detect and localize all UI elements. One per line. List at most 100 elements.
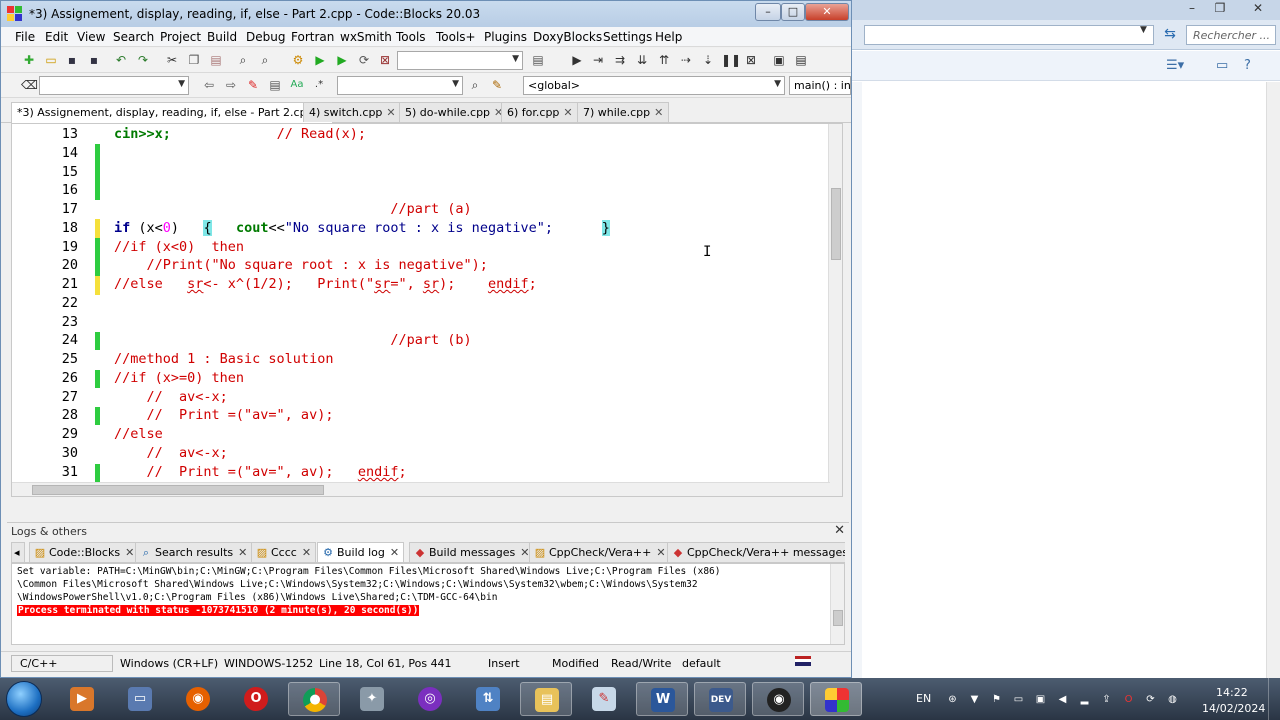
taskbar-chrome[interactable]: ● xyxy=(288,682,340,716)
scope-select[interactable]: <global> ▼ xyxy=(523,76,785,95)
copy-icon[interactable]: ❐ xyxy=(186,52,202,68)
show-desktop-button[interactable] xyxy=(1268,678,1280,720)
taskbar-podcast[interactable]: ◎ xyxy=(404,682,456,716)
search-text-combo[interactable]: ▼ xyxy=(39,76,189,95)
build-and-run-icon[interactable]: ▶ xyxy=(334,52,350,68)
taskbar-network-tool[interactable]: ⇅ xyxy=(462,682,514,716)
close-tab-icon[interactable]: ✕ xyxy=(302,546,311,559)
menu-view[interactable]: View xyxy=(77,30,105,44)
tab-while-cpp[interactable]: 7) while.cpp ✕ xyxy=(577,102,670,122)
tab-do-while-cpp[interactable]: 5) do-while.cpp ✕ xyxy=(399,102,510,122)
maximize-button[interactable]: □ xyxy=(781,3,805,21)
stop-debug-icon[interactable]: ⊠ xyxy=(743,52,759,68)
start-button[interactable] xyxy=(6,681,42,717)
tray-sync-icon[interactable]: ⟳ xyxy=(1144,693,1157,706)
minimize-button[interactable]: – xyxy=(755,3,781,21)
debug-windows-icon[interactable]: ▣ xyxy=(771,52,787,68)
close-tab-icon[interactable]: ✕ xyxy=(656,546,665,559)
taskbar-file-explorer[interactable]: ▤ xyxy=(520,682,572,716)
tab-search-results[interactable]: ⌕ Search results ✕ xyxy=(135,542,253,562)
safely-remove-icon[interactable]: ⇪ xyxy=(1100,693,1113,706)
log-vertical-scrollbar[interactable] xyxy=(830,564,844,644)
tab-build-log[interactable]: ⚙ Build log ✕ xyxy=(317,542,405,562)
tab-switch-cpp[interactable]: 4) switch.cpp ✕ xyxy=(303,102,402,122)
taskbar-obs[interactable]: ◉ xyxy=(752,682,804,716)
step-into-icon[interactable]: ⇊ xyxy=(634,52,650,68)
bg-close-icon[interactable]: ✕ xyxy=(1240,1,1276,17)
taskbar-codeblocks[interactable] xyxy=(810,682,862,716)
tray-network-icon[interactable]: ◍ xyxy=(1166,693,1179,706)
close-tab-icon[interactable]: ✕ xyxy=(390,546,399,559)
menu-settings[interactable]: Settings xyxy=(603,30,652,44)
close-tab-icon[interactable]: ✕ xyxy=(125,546,134,559)
scroll-thumb[interactable] xyxy=(833,610,843,626)
menu-project[interactable]: Project xyxy=(160,30,201,44)
network-signal-icon[interactable]: ▂ xyxy=(1078,693,1091,706)
tray-flag-icon[interactable]: ⚑ xyxy=(990,693,1003,706)
search-results-combo[interactable]: ▼ xyxy=(337,76,463,95)
tab-cppcheck-messages[interactable]: ◆ CppCheck/Vera++ messages xyxy=(667,542,845,562)
clock-time[interactable]: 14:22 xyxy=(1216,686,1248,699)
new-file-icon[interactable]: ✚ xyxy=(21,52,37,68)
taskbar-word[interactable]: W xyxy=(636,682,688,716)
chevron-down-icon[interactable]: ▼ xyxy=(1140,25,1147,35)
taskbar-dev-cpp[interactable]: DEV xyxy=(694,682,746,716)
tab-cccc[interactable]: ▨ Cccc ✕ xyxy=(251,542,317,562)
close-tab-icon[interactable]: ✕ xyxy=(563,106,572,119)
close-tab-icon[interactable]: ✕ xyxy=(386,106,395,119)
tab-part2-cpp[interactable]: *3) Assignement, display, reading, if, e… xyxy=(11,102,333,123)
menu-plugins[interactable]: Plugins xyxy=(484,30,527,44)
menu-debug[interactable]: Debug xyxy=(246,30,285,44)
bookmark-icon[interactable]: ⌫ xyxy=(21,77,38,93)
next-instruction-icon[interactable]: ⇢ xyxy=(678,52,694,68)
taskbar-remote-desktop[interactable]: ▭ xyxy=(114,682,166,716)
run-to-cursor-icon[interactable]: ⇥ xyxy=(590,52,606,68)
bg-minimize-icon[interactable]: – xyxy=(1180,1,1204,17)
help-icon[interactable]: ? xyxy=(1244,58,1251,73)
tray-display-icon[interactable]: ▣ xyxy=(1034,693,1047,706)
tab-codeblocks[interactable]: ▨ Code::Blocks ✕ xyxy=(29,542,140,562)
menu-help[interactable]: Help xyxy=(655,30,682,44)
undo-icon[interactable]: ↶ xyxy=(113,52,129,68)
open-file-icon[interactable]: ▭ xyxy=(43,52,59,68)
clock-date[interactable]: 14/02/2024 xyxy=(1202,702,1265,715)
tray-app-icon[interactable]: ⊛ xyxy=(946,693,959,706)
match-case-icon[interactable]: Aa xyxy=(289,77,305,93)
scroll-thumb[interactable] xyxy=(32,485,324,495)
jump-back-icon[interactable]: ⇦ xyxy=(201,77,217,93)
view-options-icon[interactable]: ☰▾ xyxy=(1166,58,1184,73)
menu-tools-plus[interactable]: Tools+ xyxy=(436,30,476,44)
save-icon[interactable]: ▪ xyxy=(64,52,80,68)
selected-text-icon[interactable]: ▤ xyxy=(267,77,283,93)
tray-monitor-icon[interactable]: ▭ xyxy=(1012,693,1025,706)
volume-icon[interactable]: ◀ xyxy=(1056,693,1069,706)
replace-icon[interactable]: ⌕ xyxy=(257,52,273,68)
taskbar-opera[interactable]: O xyxy=(230,682,282,716)
function-select[interactable]: main() : int xyxy=(789,76,851,95)
antivirus-icon[interactable]: ▼ xyxy=(968,693,981,706)
bg-search-input[interactable]: Rechercher ... xyxy=(1186,25,1276,45)
taskbar-utility[interactable]: ✦ xyxy=(346,682,398,716)
taskbar-paint[interactable]: ✎ xyxy=(578,682,630,716)
menu-build[interactable]: Build xyxy=(207,30,237,44)
close-tab-icon[interactable]: ✕ xyxy=(238,546,247,559)
menu-doxyblocks[interactable]: DoxyBlocks xyxy=(533,30,602,44)
cut-icon[interactable]: ✂ xyxy=(164,52,180,68)
refresh-icon[interactable]: ⇆ xyxy=(1160,26,1180,44)
tab-for-cpp[interactable]: 6) for.cpp ✕ xyxy=(501,102,579,122)
debug-icon[interactable]: ▶ xyxy=(569,52,585,68)
build-icon[interactable]: ⚙ xyxy=(290,52,306,68)
step-out-icon[interactable]: ⇈ xyxy=(656,52,672,68)
tab-build-messages[interactable]: ◆ Build messages ✕ xyxy=(409,542,535,562)
preview-pane-icon[interactable]: ▭ xyxy=(1216,58,1228,73)
taskbar-firefox[interactable]: ◉ xyxy=(172,682,224,716)
taskbar-media-player[interactable]: ▶ xyxy=(56,682,108,716)
save-all-icon[interactable]: ▪ xyxy=(86,52,102,68)
close-button[interactable]: ✕ xyxy=(805,3,849,21)
redo-icon[interactable]: ↷ xyxy=(135,52,151,68)
close-logs-icon[interactable]: ✕ xyxy=(834,523,845,538)
regex-icon[interactable]: .* xyxy=(311,77,327,93)
input-language[interactable]: EN xyxy=(916,692,931,705)
build-log-output[interactable]: Set variable: PATH=C:\MinGW\bin;C:\MinGW… xyxy=(11,563,845,645)
run-icon[interactable]: ▶ xyxy=(312,52,328,68)
